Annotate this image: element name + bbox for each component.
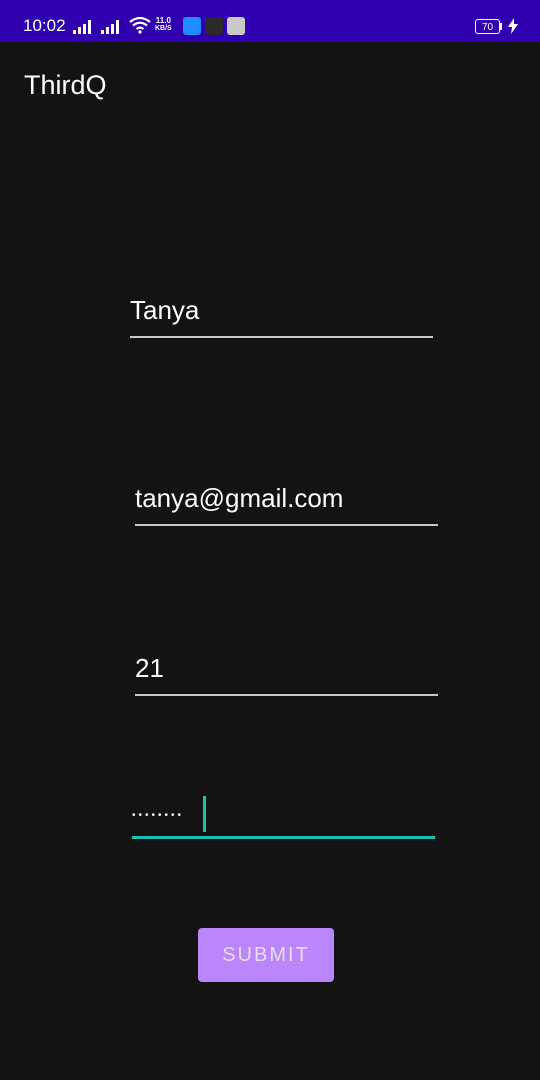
email-field-value: tanya@gmail.com bbox=[135, 483, 344, 513]
network-speed-value: 11.0 bbox=[155, 16, 171, 25]
email-field[interactable]: tanya@gmail.com bbox=[135, 482, 438, 526]
name-field[interactable]: Tanya bbox=[130, 294, 433, 338]
battery-tip bbox=[500, 23, 502, 30]
notification-app-icon bbox=[183, 17, 201, 35]
password-field-underline bbox=[132, 836, 435, 839]
network-speed: 11.0 KB/S bbox=[155, 17, 172, 33]
name-field-value: Tanya bbox=[130, 295, 200, 325]
password-field[interactable]: •••••••• bbox=[132, 796, 435, 839]
email-field-underline bbox=[135, 524, 438, 526]
notification-app-icon bbox=[227, 17, 245, 35]
wifi-icon bbox=[129, 16, 151, 34]
network-speed-unit: KB/S bbox=[155, 25, 172, 32]
status-bar: 10:02 11.0 KB/S 70 bbox=[0, 0, 540, 42]
charging-icon bbox=[508, 18, 518, 34]
age-field[interactable]: 21 bbox=[135, 652, 438, 696]
signal-icon bbox=[73, 20, 91, 34]
text-cursor bbox=[203, 796, 206, 832]
age-field-underline bbox=[135, 694, 438, 696]
signal-icon bbox=[101, 20, 119, 34]
password-field-value: •••••••• bbox=[132, 810, 185, 821]
age-field-value: 21 bbox=[135, 653, 164, 683]
app-title: ThirdQ bbox=[24, 70, 107, 100]
battery-icon: 70 bbox=[475, 19, 500, 34]
name-field-underline bbox=[130, 336, 433, 338]
submit-button[interactable]: SUBMIT bbox=[198, 928, 334, 982]
notification-app-icon bbox=[205, 17, 223, 35]
status-time: 10:02 bbox=[23, 16, 66, 35]
